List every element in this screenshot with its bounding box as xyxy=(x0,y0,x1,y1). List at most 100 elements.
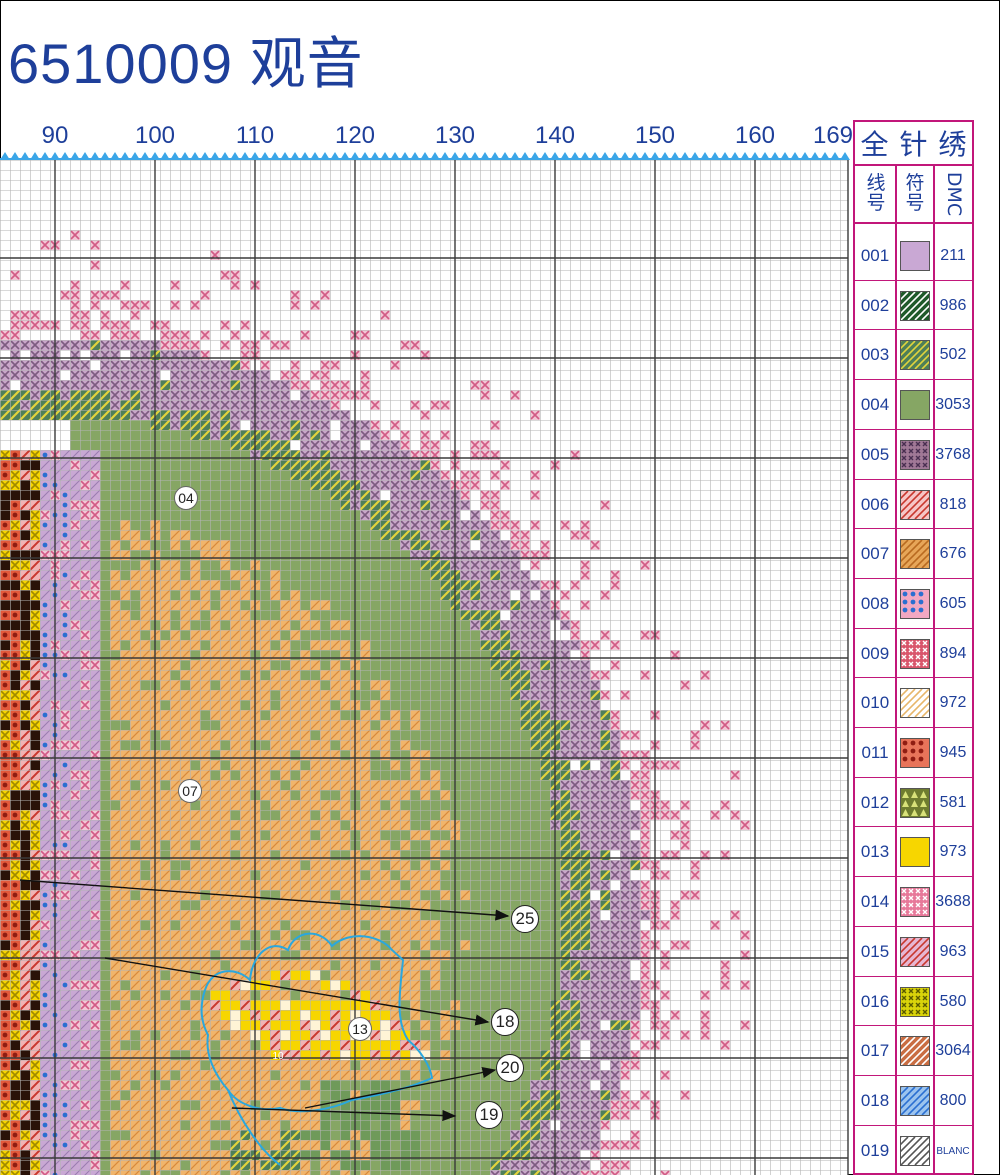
stitch-cell xyxy=(310,820,320,830)
stitch-cell xyxy=(600,590,610,600)
stitch-cell xyxy=(640,990,650,1000)
stitch-cell xyxy=(160,1080,170,1090)
stitch-cell xyxy=(100,360,110,370)
stitch-cell xyxy=(310,590,320,600)
stitch-cell xyxy=(100,530,110,540)
stitch-cell xyxy=(290,830,300,840)
stitch-cell xyxy=(480,1030,490,1040)
stitch-cell xyxy=(600,720,610,730)
stitch-cell xyxy=(200,840,210,850)
stitch-cell xyxy=(220,640,230,650)
stitch-cell xyxy=(510,770,520,780)
stitch-cell xyxy=(200,290,210,300)
stitch-cell xyxy=(360,830,370,840)
stitch-cell xyxy=(460,530,470,540)
stitch-cell xyxy=(500,480,510,490)
stitch-cell xyxy=(90,720,100,730)
stitch-cell xyxy=(80,430,90,440)
stitch-cell xyxy=(100,730,110,740)
stitch-cell xyxy=(270,580,280,590)
stitch-cell xyxy=(30,470,40,480)
stitch-cell xyxy=(520,720,530,730)
stitch-cell xyxy=(90,820,100,830)
stitch-cell xyxy=(240,730,250,740)
stitch-cell xyxy=(240,470,250,480)
stitch-cell xyxy=(100,1000,110,1010)
stitch-cell xyxy=(120,1010,130,1020)
stitch-cell xyxy=(560,690,570,700)
stitch-cell xyxy=(190,760,200,770)
stitch-cell xyxy=(440,930,450,940)
stitch-cell xyxy=(60,820,70,830)
stitch-cell xyxy=(110,1090,120,1100)
stitch-cell xyxy=(570,730,580,740)
stitch-cell xyxy=(100,770,110,780)
stitch-cell xyxy=(220,690,230,700)
stitch-cell xyxy=(100,520,110,530)
stitch-cell xyxy=(560,1130,570,1140)
stitch-cell xyxy=(390,1080,400,1090)
stitch-cell xyxy=(80,940,90,950)
stitch-cell xyxy=(110,370,120,380)
stitch-cell xyxy=(480,1080,490,1090)
stitch-cell xyxy=(500,770,510,780)
stitch-cell xyxy=(80,1130,90,1140)
stitch-cell xyxy=(380,640,390,650)
stitch-cell xyxy=(320,820,330,830)
stitch-cell xyxy=(440,660,450,670)
stitch-cell xyxy=(0,780,10,790)
stitch-cell xyxy=(140,430,150,440)
stitch-cell xyxy=(320,630,330,640)
stitch-cell xyxy=(500,990,510,1000)
stitch-cell xyxy=(170,620,180,630)
stitch-cell xyxy=(220,530,230,540)
stitch-cell xyxy=(200,860,210,870)
stitch-cell xyxy=(410,730,420,740)
stitch-cell xyxy=(270,340,280,350)
stitch-cell xyxy=(130,890,140,900)
stitch-cell xyxy=(190,1110,200,1120)
stitch-cell xyxy=(60,930,70,940)
stitch-cell xyxy=(570,740,580,750)
stitch-cell xyxy=(60,920,70,930)
stitch-cell xyxy=(620,980,630,990)
stitch-cell xyxy=(230,740,240,750)
stitch-cell xyxy=(70,520,80,530)
stitch-cell xyxy=(580,720,590,730)
stitch-cell xyxy=(20,1060,30,1070)
stitch-cell xyxy=(410,890,420,900)
stitch-cell xyxy=(10,720,20,730)
stitch-cell xyxy=(430,670,440,680)
stitch-cell xyxy=(430,530,440,540)
stitch-cell xyxy=(170,1160,180,1170)
stitch-cell xyxy=(460,580,470,590)
stitch-cell xyxy=(480,490,490,500)
stitch-cell xyxy=(30,920,40,930)
stitch-cell xyxy=(490,500,500,510)
stitch-cell xyxy=(340,390,350,400)
stitch-cell xyxy=(60,1070,70,1080)
stitch-cell xyxy=(130,870,140,880)
stitch-cell xyxy=(260,990,270,1000)
stitch-cell xyxy=(560,880,570,890)
stitch-cell xyxy=(30,810,40,820)
stitch-cell xyxy=(460,1110,470,1120)
stitch-cell xyxy=(490,620,500,630)
stitch-cell xyxy=(130,680,140,690)
stitch-cell xyxy=(170,970,180,980)
stitch-cell xyxy=(210,1140,220,1150)
stitch-cell xyxy=(400,620,410,630)
stitch-cell xyxy=(140,510,150,520)
stitch-cell xyxy=(270,590,280,600)
stitch-cell xyxy=(110,690,120,700)
stitch-cell xyxy=(20,640,30,650)
stitch-cell xyxy=(410,600,420,610)
stitch-cell xyxy=(130,930,140,940)
stitch-cell xyxy=(120,400,130,410)
stitch-cell xyxy=(20,1020,30,1030)
stitch-cell xyxy=(160,1030,170,1040)
stitch-cell xyxy=(210,380,220,390)
stitch-cell xyxy=(200,480,210,490)
stitch-cell xyxy=(70,1080,80,1090)
stitch-cell xyxy=(20,700,30,710)
